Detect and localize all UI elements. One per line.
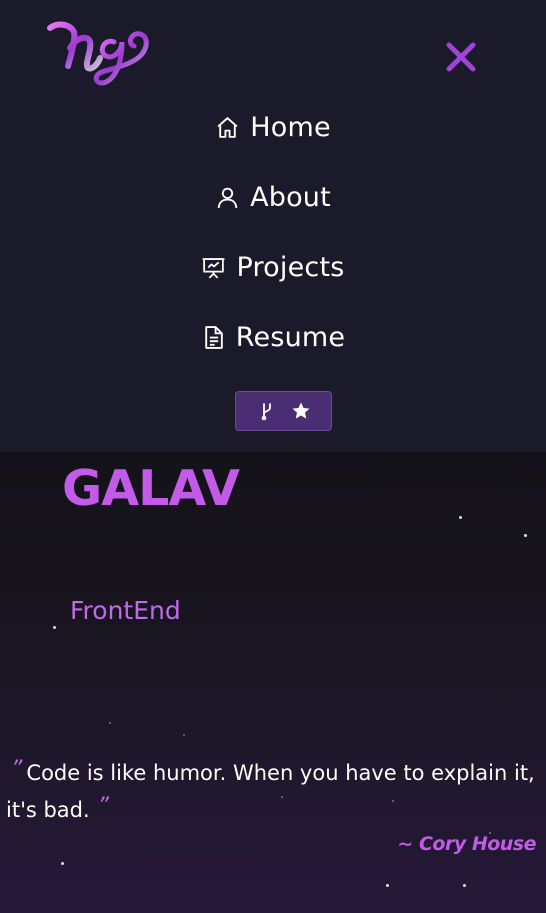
hero-role: FrontEnd: [70, 596, 181, 625]
nav-item-resume[interactable]: Resume: [0, 312, 546, 362]
quote-close-mark: ”: [97, 794, 110, 819]
nav-item-label: Resume: [235, 321, 346, 353]
quote-text: Code is like humor. When you have to exp…: [6, 761, 535, 822]
hero-section: GALAV FrontEnd ” Code is like humor. When…: [0, 452, 546, 913]
star-decoration: [61, 862, 64, 865]
star-decoration: [53, 626, 56, 629]
nav-item-home[interactable]: Home: [0, 102, 546, 152]
star-decoration: [386, 884, 389, 887]
document-icon: [205, 325, 223, 349]
hero-name: GALAV: [62, 460, 240, 517]
quote-open-mark: ”: [11, 757, 23, 782]
presentation-icon: [203, 257, 225, 279]
nav-item-label: Home: [250, 111, 331, 143]
star-decoration: [524, 534, 527, 537]
star-decoration: [459, 516, 462, 519]
quote: ” Code is like humor. When you have to ex…: [6, 755, 536, 829]
nav-item-about[interactable]: About: [0, 172, 546, 222]
nav-item-label: About: [250, 181, 331, 213]
nav-item-label: Projects: [236, 251, 345, 283]
logo[interactable]: [44, 18, 154, 90]
star-icon: [292, 402, 309, 419]
close-menu-button[interactable]: [441, 37, 481, 77]
close-icon: [446, 42, 476, 72]
user-icon: [217, 187, 238, 208]
nav-item-projects[interactable]: Projects: [0, 242, 546, 292]
quote-author: ~ Cory House: [397, 833, 536, 855]
git-fork-icon: [261, 403, 271, 421]
ng-signature-logo: [47, 21, 149, 86]
star-decoration: [109, 722, 111, 724]
home-icon: [217, 116, 238, 138]
star-decoration: [183, 734, 185, 736]
mobile-nav-menu: Home About Projects Resume: [0, 0, 546, 452]
star-decoration: [463, 884, 466, 887]
github-fork-star-button[interactable]: [235, 391, 332, 431]
